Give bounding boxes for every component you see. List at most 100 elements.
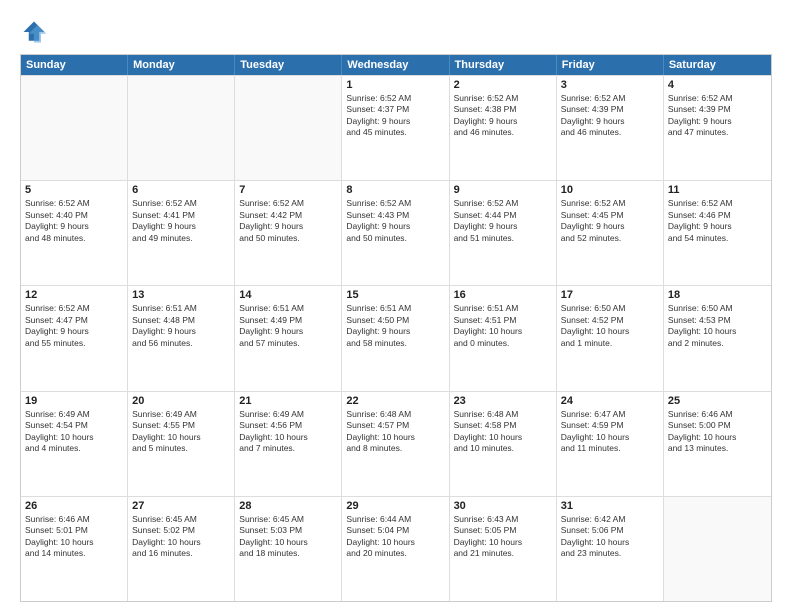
cell-day-number: 23: [454, 395, 552, 407]
cell-day-number: 1: [346, 79, 444, 91]
header-day-saturday: Saturday: [664, 55, 771, 75]
cell-info: Sunrise: 6:52 AM Sunset: 4:40 PM Dayligh…: [25, 198, 123, 244]
cell-day-number: 30: [454, 500, 552, 512]
cell-info: Sunrise: 6:49 AM Sunset: 4:54 PM Dayligh…: [25, 409, 123, 455]
cell-day-number: 26: [25, 500, 123, 512]
cell-day-number: 2: [454, 79, 552, 91]
cell-info: Sunrise: 6:45 AM Sunset: 5:03 PM Dayligh…: [239, 514, 337, 560]
cell-info: Sunrise: 6:51 AM Sunset: 4:51 PM Dayligh…: [454, 303, 552, 349]
cell-info: Sunrise: 6:51 AM Sunset: 4:49 PM Dayligh…: [239, 303, 337, 349]
cell-info: Sunrise: 6:48 AM Sunset: 4:57 PM Dayligh…: [346, 409, 444, 455]
calendar-cell: 28 Sunrise: 6:45 AM Sunset: 5:03 PM Dayli…: [235, 497, 342, 601]
calendar-cell: 17 Sunrise: 6:50 AM Sunset: 4:52 PM Dayli…: [557, 286, 664, 390]
calendar-cell: 24 Sunrise: 6:47 AM Sunset: 4:59 PM Dayli…: [557, 392, 664, 496]
calendar-cell: 16 Sunrise: 6:51 AM Sunset: 4:51 PM Dayli…: [450, 286, 557, 390]
cell-info: Sunrise: 6:51 AM Sunset: 4:50 PM Dayligh…: [346, 303, 444, 349]
cell-info: Sunrise: 6:49 AM Sunset: 4:55 PM Dayligh…: [132, 409, 230, 455]
calendar-cell: [664, 497, 771, 601]
calendar-cell: 23 Sunrise: 6:48 AM Sunset: 4:58 PM Dayli…: [450, 392, 557, 496]
cell-info: Sunrise: 6:48 AM Sunset: 4:58 PM Dayligh…: [454, 409, 552, 455]
calendar-cell: 31Sunrise: 6:42 AM Sunset: 5:06 PM Dayli…: [557, 497, 664, 601]
cell-info: Sunrise: 6:52 AM Sunset: 4:41 PM Dayligh…: [132, 198, 230, 244]
cell-day-number: 24: [561, 395, 659, 407]
cell-day-number: 10: [561, 184, 659, 196]
calendar-cell: 12Sunrise: 6:52 AM Sunset: 4:47 PM Dayli…: [21, 286, 128, 390]
cell-info: Sunrise: 6:52 AM Sunset: 4:39 PM Dayligh…: [668, 93, 767, 139]
cell-day-number: 11: [668, 184, 767, 196]
cell-info: Sunrise: 6:43 AM Sunset: 5:05 PM Dayligh…: [454, 514, 552, 560]
calendar-cell: [128, 76, 235, 180]
cell-info: Sunrise: 6:52 AM Sunset: 4:45 PM Dayligh…: [561, 198, 659, 244]
cell-day-number: 20: [132, 395, 230, 407]
cell-day-number: 25: [668, 395, 767, 407]
calendar-week-2: 5 Sunrise: 6:52 AM Sunset: 4:40 PM Daylig…: [21, 180, 771, 285]
cell-day-number: 14: [239, 289, 337, 301]
calendar-cell: 14 Sunrise: 6:51 AM Sunset: 4:49 PM Dayli…: [235, 286, 342, 390]
calendar-cell: 5 Sunrise: 6:52 AM Sunset: 4:40 PM Daylig…: [21, 181, 128, 285]
calendar-body: 1 Sunrise: 6:52 AM Sunset: 4:37 PM Daylig…: [21, 75, 771, 601]
cell-day-number: 29: [346, 500, 444, 512]
calendar-cell: [21, 76, 128, 180]
calendar-cell: 3 Sunrise: 6:52 AM Sunset: 4:39 PM Daylig…: [557, 76, 664, 180]
cell-day-number: 15: [346, 289, 444, 301]
calendar-cell: 8Sunrise: 6:52 AM Sunset: 4:43 PM Daylig…: [342, 181, 449, 285]
cell-info: Sunrise: 6:52 AM Sunset: 4:46 PM Dayligh…: [668, 198, 767, 244]
calendar-cell: 10 Sunrise: 6:52 AM Sunset: 4:45 PM Dayli…: [557, 181, 664, 285]
calendar-cell: 18Sunrise: 6:50 AM Sunset: 4:53 PM Dayli…: [664, 286, 771, 390]
cell-info: Sunrise: 6:52 AM Sunset: 4:38 PM Dayligh…: [454, 93, 552, 139]
calendar-cell: 26Sunrise: 6:46 AM Sunset: 5:01 PM Dayli…: [21, 497, 128, 601]
cell-day-number: 19: [25, 395, 123, 407]
header-day-tuesday: Tuesday: [235, 55, 342, 75]
calendar-cell: 21 Sunrise: 6:49 AM Sunset: 4:56 PM Dayli…: [235, 392, 342, 496]
cell-day-number: 31: [561, 500, 659, 512]
cell-info: Sunrise: 6:47 AM Sunset: 4:59 PM Dayligh…: [561, 409, 659, 455]
cell-day-number: 5: [25, 184, 123, 196]
cell-info: Sunrise: 6:50 AM Sunset: 4:52 PM Dayligh…: [561, 303, 659, 349]
cell-info: Sunrise: 6:44 AM Sunset: 5:04 PM Dayligh…: [346, 514, 444, 560]
header: [20, 18, 772, 46]
calendar-cell: 27 Sunrise: 6:45 AM Sunset: 5:02 PM Dayli…: [128, 497, 235, 601]
calendar-week-4: 19 Sunrise: 6:49 AM Sunset: 4:54 PM Dayli…: [21, 391, 771, 496]
cell-day-number: 9: [454, 184, 552, 196]
header-day-thursday: Thursday: [450, 55, 557, 75]
calendar-cell: 22 Sunrise: 6:48 AM Sunset: 4:57 PM Dayli…: [342, 392, 449, 496]
cell-day-number: 3: [561, 79, 659, 91]
cell-day-number: 28: [239, 500, 337, 512]
logo-icon: [20, 18, 48, 46]
cell-day-number: 21: [239, 395, 337, 407]
calendar-week-3: 12Sunrise: 6:52 AM Sunset: 4:47 PM Dayli…: [21, 285, 771, 390]
calendar-cell: 6 Sunrise: 6:52 AM Sunset: 4:41 PM Daylig…: [128, 181, 235, 285]
calendar-week-5: 26Sunrise: 6:46 AM Sunset: 5:01 PM Dayli…: [21, 496, 771, 601]
calendar-cell: 25Sunrise: 6:46 AM Sunset: 5:00 PM Dayli…: [664, 392, 771, 496]
calendar-cell: 20 Sunrise: 6:49 AM Sunset: 4:55 PM Dayli…: [128, 392, 235, 496]
calendar-cell: 9Sunrise: 6:52 AM Sunset: 4:44 PM Daylig…: [450, 181, 557, 285]
cell-day-number: 8: [346, 184, 444, 196]
header-day-wednesday: Wednesday: [342, 55, 449, 75]
calendar-cell: 7 Sunrise: 6:52 AM Sunset: 4:42 PM Daylig…: [235, 181, 342, 285]
calendar-cell: 2 Sunrise: 6:52 AM Sunset: 4:38 PM Daylig…: [450, 76, 557, 180]
cell-info: Sunrise: 6:49 AM Sunset: 4:56 PM Dayligh…: [239, 409, 337, 455]
cell-day-number: 18: [668, 289, 767, 301]
cell-day-number: 27: [132, 500, 230, 512]
calendar: SundayMondayTuesdayWednesdayThursdayFrid…: [20, 54, 772, 602]
header-day-sunday: Sunday: [21, 55, 128, 75]
calendar-cell: 29 Sunrise: 6:44 AM Sunset: 5:04 PM Dayli…: [342, 497, 449, 601]
calendar-week-1: 1 Sunrise: 6:52 AM Sunset: 4:37 PM Daylig…: [21, 75, 771, 180]
cell-day-number: 16: [454, 289, 552, 301]
calendar-cell: 13Sunrise: 6:51 AM Sunset: 4:48 PM Dayli…: [128, 286, 235, 390]
calendar-cell: [235, 76, 342, 180]
cell-info: Sunrise: 6:52 AM Sunset: 4:37 PM Dayligh…: [346, 93, 444, 139]
calendar-cell: 19 Sunrise: 6:49 AM Sunset: 4:54 PM Dayli…: [21, 392, 128, 496]
cell-day-number: 6: [132, 184, 230, 196]
cell-day-number: 22: [346, 395, 444, 407]
calendar-cell: 15 Sunrise: 6:51 AM Sunset: 4:50 PM Dayli…: [342, 286, 449, 390]
calendar-header: SundayMondayTuesdayWednesdayThursdayFrid…: [21, 55, 771, 75]
cell-day-number: 4: [668, 79, 767, 91]
cell-day-number: 13: [132, 289, 230, 301]
cell-info: Sunrise: 6:52 AM Sunset: 4:39 PM Dayligh…: [561, 93, 659, 139]
cell-day-number: 7: [239, 184, 337, 196]
cell-info: Sunrise: 6:45 AM Sunset: 5:02 PM Dayligh…: [132, 514, 230, 560]
cell-day-number: 17: [561, 289, 659, 301]
cell-info: Sunrise: 6:52 AM Sunset: 4:42 PM Dayligh…: [239, 198, 337, 244]
cell-info: Sunrise: 6:52 AM Sunset: 4:47 PM Dayligh…: [25, 303, 123, 349]
